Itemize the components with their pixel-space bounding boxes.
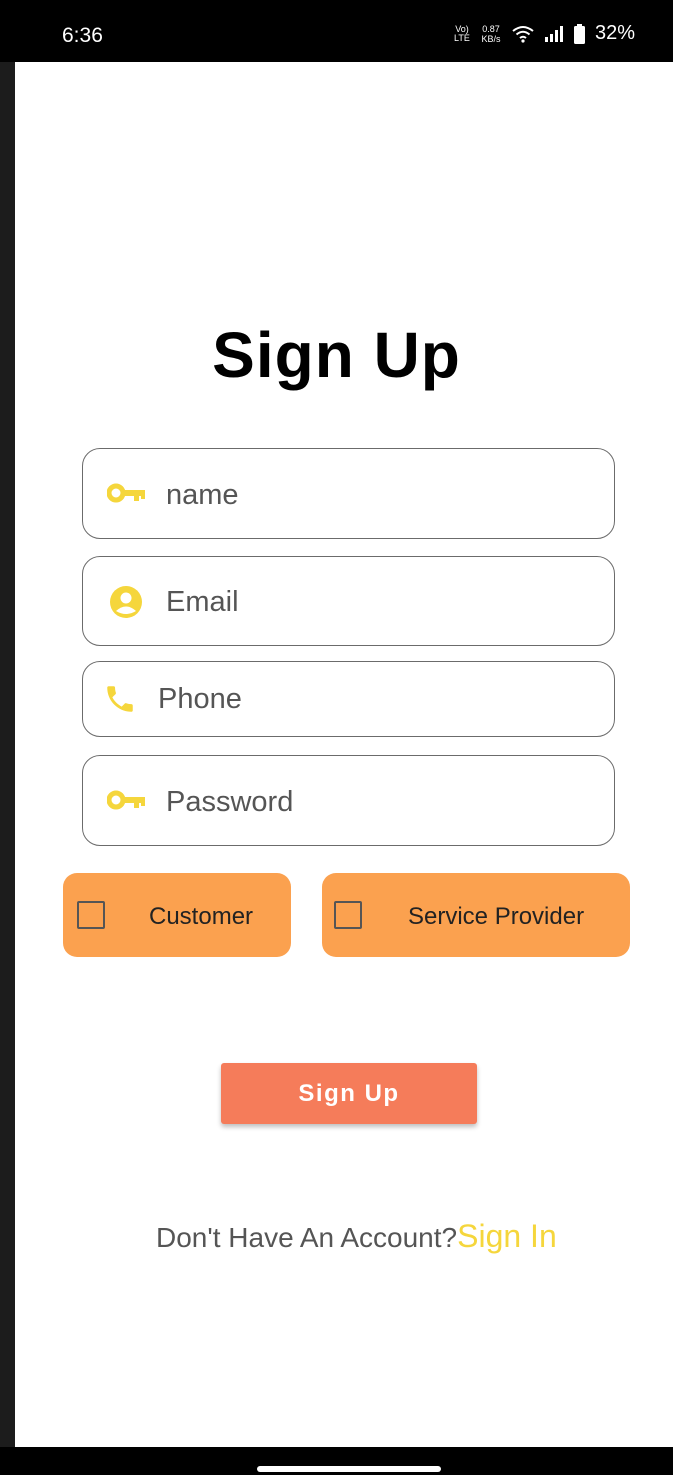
phone-icon [103,682,137,716]
signin-prompt-text: Don't Have An Account? [156,1222,458,1253]
status-time: 6:36 [62,24,103,47]
service-provider-checkbox[interactable] [334,901,362,929]
status-bar: 6:36 Vo) LTE 0.87 KB/s 32% [0,0,673,62]
customer-role-button[interactable]: Customer [63,873,291,957]
service-provider-label: Service Provider [408,903,585,930]
signal-icon [544,25,563,42]
name-placeholder: name [166,479,239,511]
key-icon [107,479,147,507]
account-circle-icon [109,585,143,619]
battery-icon [573,23,585,44]
status-icons: Vo) LTE 0.87 KB/s 32% [454,22,635,45]
signup-button[interactable]: Sign Up [221,1063,477,1124]
email-field[interactable]: Email [82,556,615,646]
key-icon [107,786,147,814]
customer-checkbox[interactable] [77,901,105,929]
network-speed: 0.87 KB/s [480,24,502,44]
customer-label: Customer [149,903,254,930]
volte-icon: Vo) LTE [454,23,470,43]
password-placeholder: Password [166,786,294,818]
network-speed-value: 0.87 [482,23,500,34]
page-title: Sign Up [212,319,461,391]
email-placeholder: Email [166,586,239,618]
name-field[interactable]: name [82,448,615,539]
phone-placeholder: Phone [158,683,242,715]
battery-percent: 32% [594,22,635,44]
wifi-icon [512,25,534,43]
service-provider-role-button[interactable]: Service Provider [322,873,630,957]
phone-field[interactable]: Phone [82,661,615,737]
network-speed-unit: KB/s [481,33,501,44]
password-field[interactable]: Password [82,755,615,846]
signin-link[interactable]: Sign In [457,1218,557,1254]
signin-prompt: Don't Have An Account?Sign In [156,1218,557,1255]
home-indicator[interactable] [257,1466,441,1472]
